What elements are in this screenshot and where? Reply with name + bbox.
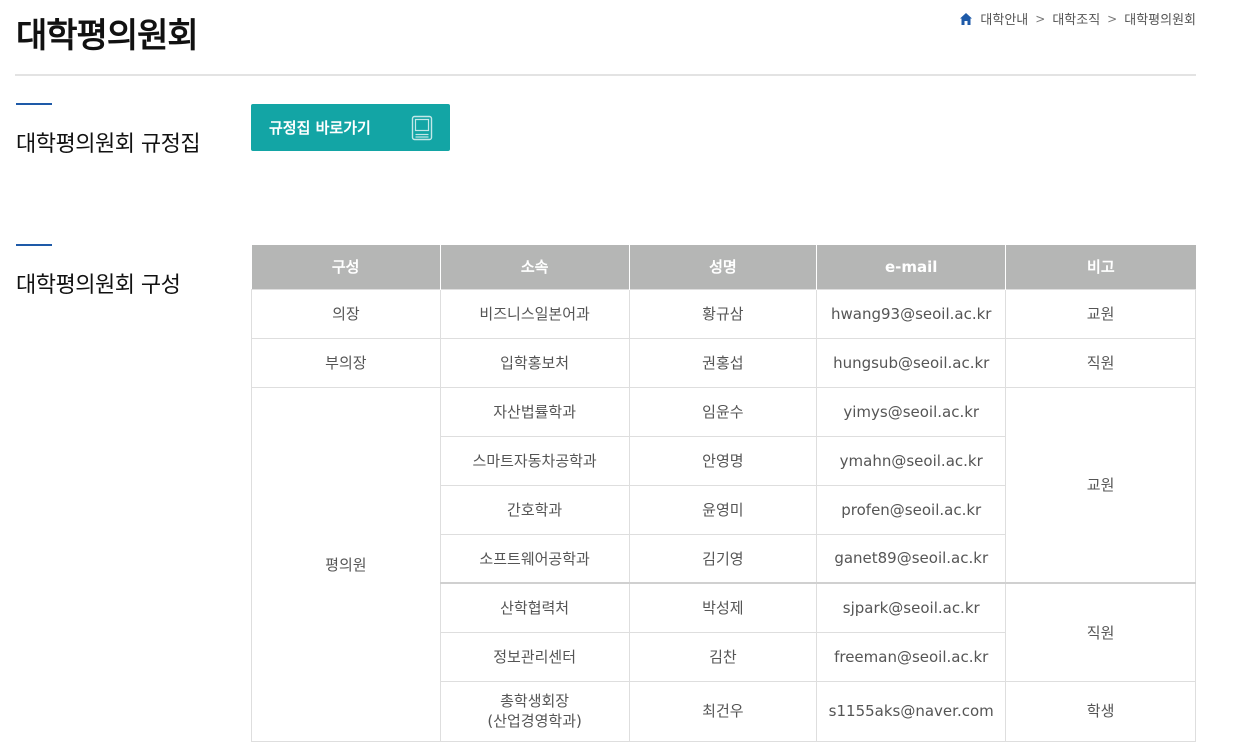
cell-department: 총학생회장 (산업경영학과) — [439, 680, 630, 742]
cell-name: 최건우 — [628, 680, 818, 742]
breadcrumb-separator: > — [1107, 11, 1118, 26]
table-row: 부의장 입학홍보처 권홍섭 hungsub@seoil.ac.kr 직원 — [251, 337, 1196, 388]
cell-email[interactable]: hwang93@seoil.ac.kr — [816, 288, 1007, 339]
column-header-email: e-mail — [816, 245, 1007, 289]
cell-department: 정보관리센터 — [439, 631, 630, 682]
cell-department: 자산법률학과 — [439, 386, 630, 437]
cell-email[interactable]: yimys@seoil.ac.kr — [816, 386, 1007, 437]
breadcrumb-item-council[interactable]: 대학평의원회 — [1124, 9, 1196, 28]
table-row: 의장 비즈니스일본어과 황규삼 hwang93@seoil.ac.kr 교원 — [251, 288, 1196, 339]
cell-note: 학생 — [1005, 680, 1196, 742]
section-accent-bar — [16, 244, 52, 246]
breadcrumb-item-organization[interactable]: 대학조직 — [1052, 9, 1100, 28]
regulations-button-label: 규정집 바로가기 — [269, 119, 371, 137]
book-icon — [411, 115, 433, 141]
composition-section-title: 대학평의원회 구성 — [16, 273, 181, 298]
title-divider — [15, 74, 1196, 76]
cell-email[interactable]: freeman@seoil.ac.kr — [816, 631, 1007, 682]
home-icon[interactable] — [959, 12, 973, 26]
cell-email[interactable]: ganet89@seoil.ac.kr — [816, 533, 1007, 584]
section-accent-bar — [16, 103, 52, 105]
breadcrumb-separator: > — [1035, 11, 1046, 26]
cell-note: 직원 — [1005, 582, 1196, 682]
column-header-note: 비고 — [1005, 245, 1196, 289]
cell-note: 교원 — [1005, 288, 1196, 339]
cell-name: 임윤수 — [628, 386, 818, 437]
page-title: 대학평의원회 — [16, 16, 199, 56]
cell-department: 입학홍보처 — [439, 337, 630, 388]
column-header-department: 소속 — [439, 245, 630, 289]
department-line: (산업경영학과) — [487, 712, 582, 730]
council-members-table: 구성 소속 성명 e-mail 비고 의장 비즈니스일본어과 황규삼 hwang… — [251, 245, 1196, 742]
column-header-name: 성명 — [628, 245, 818, 289]
cell-email[interactable]: sjpark@seoil.ac.kr — [816, 582, 1007, 633]
regulations-section-title: 대학평의원회 규정집 — [16, 132, 201, 157]
cell-name: 황규삼 — [628, 288, 818, 339]
cell-name: 안영명 — [628, 435, 818, 486]
department-line: 총학생회장 — [500, 692, 570, 710]
cell-email[interactable]: hungsub@seoil.ac.kr — [816, 337, 1007, 388]
cell-role: 평의원 — [251, 386, 441, 742]
cell-note: 교원 — [1005, 386, 1196, 584]
cell-department: 소프트웨어공학과 — [439, 533, 630, 584]
cell-email[interactable]: profen@seoil.ac.kr — [816, 484, 1007, 535]
cell-department: 비즈니스일본어과 — [439, 288, 630, 339]
cell-name: 김찬 — [628, 631, 818, 682]
cell-department: 간호학과 — [439, 484, 630, 535]
cell-role: 의장 — [251, 288, 441, 339]
table-header-row: 구성 소속 성명 e-mail 비고 — [251, 245, 1196, 289]
cell-name: 윤영미 — [628, 484, 818, 535]
cell-role: 부의장 — [251, 337, 441, 388]
cell-name: 박성제 — [628, 582, 818, 633]
regulations-link-button[interactable]: 규정집 바로가기 — [251, 104, 450, 151]
table-row: 평의원 자산법률학과 임윤수 yimys@seoil.ac.kr 교원 — [251, 386, 1196, 742]
cell-name: 김기영 — [628, 533, 818, 584]
cell-email[interactable]: s1155aks@naver.com — [816, 680, 1007, 742]
cell-department: 산학협력처 — [439, 582, 630, 633]
breadcrumb: 대학안내 > 대학조직 > 대학평의원회 — [959, 9, 1196, 28]
breadcrumb-item-about[interactable]: 대학안내 — [980, 9, 1028, 28]
column-header-role: 구성 — [251, 245, 441, 289]
cell-note: 직원 — [1005, 337, 1196, 388]
cell-name: 권홍섭 — [628, 337, 818, 388]
cell-department: 스마트자동차공학과 — [439, 435, 630, 486]
cell-email[interactable]: ymahn@seoil.ac.kr — [816, 435, 1007, 486]
